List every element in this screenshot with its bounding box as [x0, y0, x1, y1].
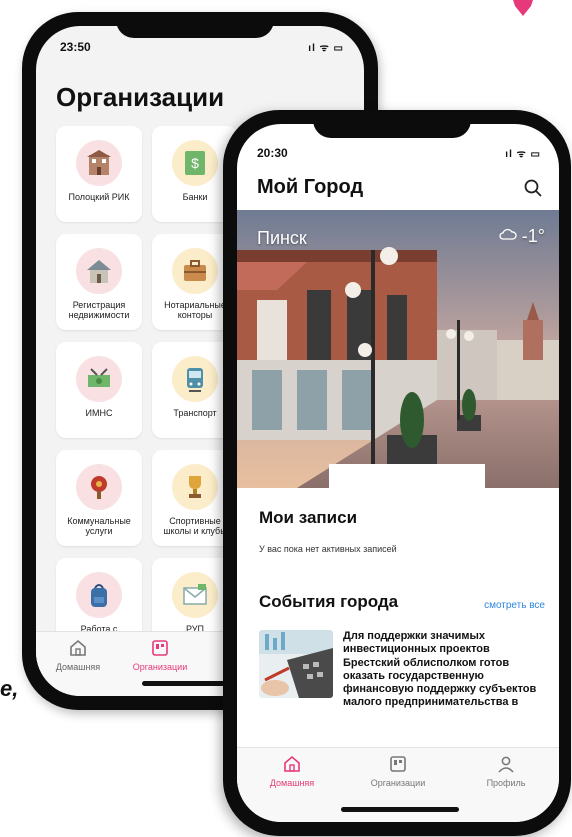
- search-icon[interactable]: [523, 178, 543, 198]
- home-icon: [70, 639, 86, 656]
- trophy-icon: [172, 464, 218, 510]
- notch: [313, 110, 471, 138]
- house-icon: [76, 248, 122, 294]
- status-icons: ıl ᯤ ▭: [505, 149, 541, 160]
- tile-imns[interactable]: ИМНС: [56, 342, 142, 438]
- home-indicator: [341, 807, 459, 812]
- heart-logo-icon: [513, 0, 533, 16]
- see-all-link[interactable]: смотреть все: [484, 600, 545, 611]
- city-name: Пинск: [257, 228, 307, 248]
- tile-polotsk-rik[interactable]: Полоцкий РИК: [56, 126, 142, 222]
- tab-home[interactable]: Домашняя: [38, 638, 118, 672]
- tram-icon: [172, 356, 218, 402]
- news-thumbnail[interactable]: [259, 630, 333, 698]
- tile-label: Коммунальные услуги: [67, 516, 131, 536]
- status-time: 23:50: [60, 40, 91, 54]
- status-time: 20:30: [257, 146, 288, 160]
- tab-organizations[interactable]: Организации: [120, 638, 200, 672]
- city-hero-image[interactable]: [237, 210, 559, 488]
- records-empty-text: У вас пока нет активных записей: [259, 544, 397, 554]
- mail-icon: [172, 572, 218, 618]
- street-photo: [237, 210, 559, 488]
- tile-label: Полоцкий РИК: [68, 192, 130, 202]
- temperature: -1°: [521, 226, 545, 246]
- building-icon: [76, 140, 122, 186]
- tab-organizations[interactable]: Организации: [353, 754, 443, 788]
- notch: [116, 12, 274, 38]
- org-icon: [152, 640, 168, 656]
- tab-home[interactable]: Домашняя: [247, 754, 337, 788]
- tab-label: Профиль: [486, 778, 526, 788]
- profile-icon: [498, 756, 514, 773]
- tab-label: Домашняя: [55, 662, 101, 672]
- page-title: Организации: [56, 82, 225, 112]
- stray-text: е,: [0, 676, 19, 701]
- home-icon: [284, 755, 300, 772]
- status-icons: ıl ᯤ ▭: [308, 43, 344, 54]
- tab-label: Организации: [132, 662, 188, 672]
- bank-icon: $: [172, 140, 218, 186]
- tile-property-registration[interactable]: Регистрация недвижимости: [56, 234, 142, 330]
- events-title: События города: [259, 592, 399, 611]
- tab-label: Домашняя: [269, 778, 315, 788]
- svg-text:$: $: [191, 155, 199, 171]
- tab-label: Организации: [370, 778, 426, 788]
- briefcase-icon: [172, 248, 218, 294]
- tile-utilities[interactable]: Коммунальные услуги: [56, 450, 142, 546]
- page-title: Мой Город: [257, 176, 364, 198]
- org-icon: [390, 756, 406, 772]
- tab-profile[interactable]: Профиль: [461, 754, 551, 788]
- my-city-screen: 20:30 ıl ᯤ ▭ Мой Город Пинск -1° Мои зап…: [237, 124, 559, 822]
- news-headline[interactable]: Для поддержки значимых инвестиционных пр…: [343, 630, 539, 710]
- phone-front: 20:30 ıl ᯤ ▭ Мой Город Пинск -1° Мои зап…: [223, 110, 571, 836]
- tile-label: Регистрация недвижимости: [68, 300, 130, 320]
- money-icon: [76, 356, 122, 402]
- pin-icon: [76, 464, 122, 510]
- records-title: Мои записи: [259, 508, 358, 527]
- tile-label: ИМНС: [85, 408, 113, 418]
- backpack-icon: [76, 572, 122, 618]
- cloud-icon: [499, 228, 517, 240]
